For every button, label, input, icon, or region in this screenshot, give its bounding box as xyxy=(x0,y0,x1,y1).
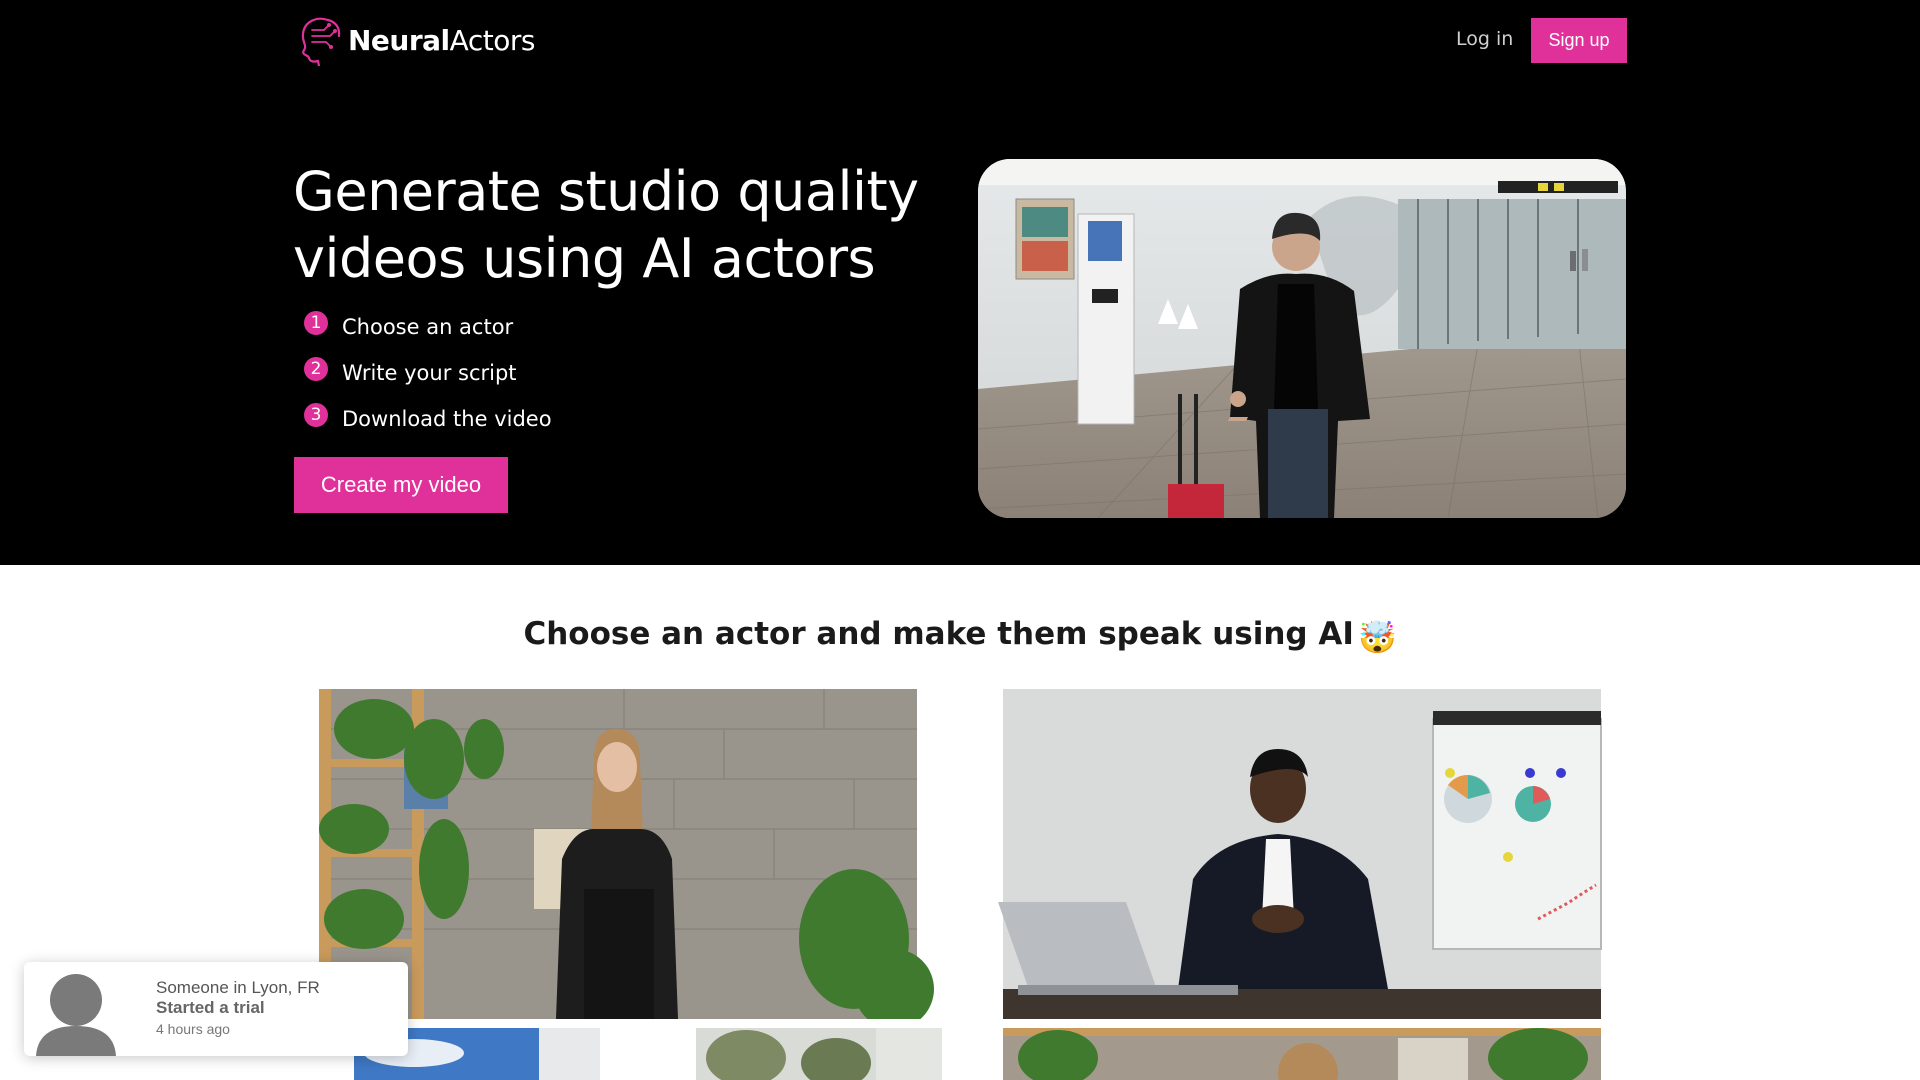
step-number-badge: 3 xyxy=(304,403,328,427)
step-label: Choose an actor xyxy=(342,315,514,339)
step-number-badge: 2 xyxy=(304,357,328,381)
hero-demo-video[interactable] xyxy=(978,159,1626,518)
steps-list: 1 Choose an actor 2 Write your script 3 … xyxy=(304,304,552,442)
step-number-badge: 1 xyxy=(304,311,328,335)
create-video-button[interactable]: Create my video xyxy=(294,457,508,513)
notification-timestamp: 4 hours ago xyxy=(156,1021,230,1037)
actor-card[interactable] xyxy=(978,689,1626,1019)
hero-section: NeuralActors Log in Sign up Generate stu… xyxy=(0,0,1920,565)
signup-button[interactable]: Sign up xyxy=(1531,18,1627,63)
actor-man-desk-thumbnail xyxy=(978,689,1626,1019)
actor-card[interactable] xyxy=(978,1028,1626,1080)
notification-location: Someone in Lyon, FR xyxy=(156,978,320,997)
brand-name: NeuralActors xyxy=(348,23,535,57)
airport-actor-video-frame xyxy=(978,159,1626,518)
step-item: 1 Choose an actor xyxy=(304,304,552,350)
activity-notification-toast[interactable]: Someone in Lyon, FR Started a trial 4 ho… xyxy=(24,962,408,1056)
actor-outdoor-trees-thumbnail xyxy=(636,1028,942,1080)
avatar-placeholder-icon xyxy=(36,970,116,1056)
exploding-head-emoji-icon: 🤯 xyxy=(1357,620,1397,656)
actors-section-title: Choose an actor and make them speak usin… xyxy=(523,616,1397,656)
step-label: Download the video xyxy=(342,407,552,431)
notification-action: Started a trial xyxy=(156,998,265,1017)
step-label: Write your script xyxy=(342,361,517,385)
brain-head-logo-icon xyxy=(301,17,341,66)
actor-card[interactable] xyxy=(636,1028,942,1080)
step-item: 2 Write your script xyxy=(304,350,552,396)
step-item: 3 Download the video xyxy=(304,396,552,442)
hero-title: Generate studio quality videos using AI … xyxy=(293,160,919,290)
login-link[interactable]: Log in xyxy=(1456,28,1513,50)
actor-shelves-plants-thumbnail xyxy=(978,1028,1626,1080)
logo-link[interactable]: NeuralActors xyxy=(298,14,535,66)
